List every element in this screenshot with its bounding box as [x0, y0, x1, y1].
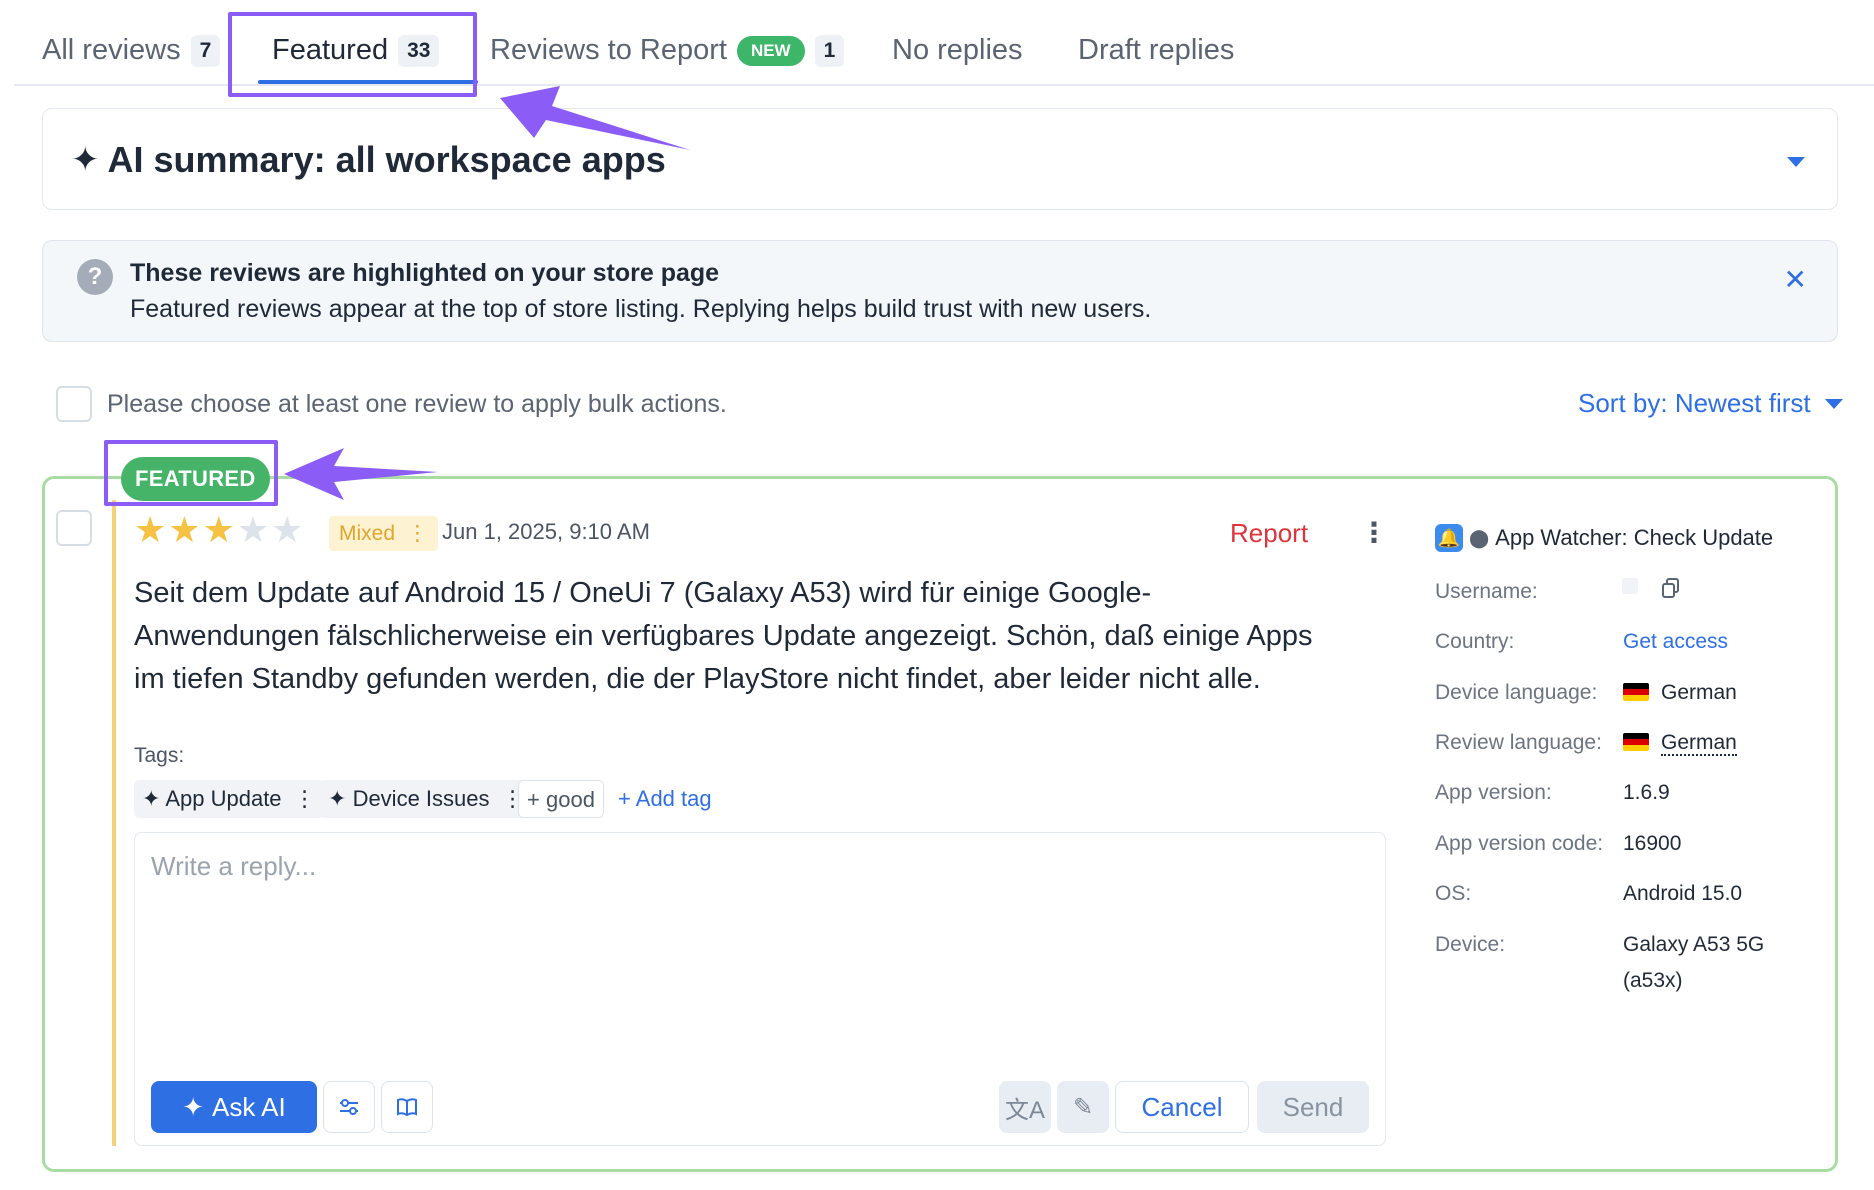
tab-label: All reviews — [42, 34, 181, 66]
tab-label: Draft replies — [1078, 34, 1235, 66]
suggested-tag-good[interactable]: + good — [518, 780, 604, 818]
sort-dropdown[interactable]: Sort by: Newest first — [1578, 388, 1843, 419]
tab-label: Reviews to Report — [490, 34, 727, 66]
sentiment-label: Mixed — [339, 522, 396, 545]
info-banner: ? These reviews are highlighted on your … — [42, 240, 1838, 342]
sentiment-tag[interactable]: Mixed ⋮ — [329, 516, 438, 551]
chevron-down-icon — [1824, 398, 1843, 409]
tab-all-reviews[interactable]: All reviews 7 — [42, 34, 221, 67]
chevron-down-icon[interactable] — [1787, 157, 1805, 167]
tags-label: Tags: — [134, 744, 185, 767]
new-badge: NEW — [736, 35, 805, 66]
app-name-text: App Watcher: Check Update — [1495, 525, 1774, 550]
review-checkbox[interactable] — [56, 510, 92, 546]
app-icon: 🔔 — [1435, 524, 1463, 552]
tab-count: 7 — [190, 34, 221, 67]
book-icon — [397, 1098, 417, 1117]
tag-label: good — [545, 787, 595, 812]
device-value-line2: (a53x) — [1623, 969, 1683, 992]
cancel-button[interactable]: Cancel — [1115, 1081, 1249, 1133]
tag-label: App Update — [165, 786, 282, 811]
app-name[interactable]: 🔔 ⬤ App Watcher: Check Update — [1435, 524, 1773, 552]
review-text: Seit dem Update auf Android 15 / OneUi 7… — [134, 577, 1313, 695]
adjust-settings-button[interactable] — [323, 1081, 375, 1133]
star-empty-icon: ★ — [236, 509, 270, 550]
tag-label: Device Issues — [352, 786, 490, 811]
star-filled-icon: ★ — [168, 509, 201, 550]
annotation-highlight-featured-tab — [228, 12, 477, 97]
review-date: Jun 1, 2025, 9:10 AM — [442, 519, 650, 544]
star-filled-icon: ★ — [134, 509, 167, 550]
tab-draft-replies[interactable]: Draft replies — [1078, 34, 1234, 67]
plus-icon: + — [527, 787, 540, 812]
bulk-actions-hint: Please choose at least one review to app… — [107, 390, 727, 418]
country-label: Country: — [1435, 630, 1515, 653]
device-language-value: German — [1623, 681, 1737, 705]
android-icon: ⬤ — [1469, 527, 1490, 548]
more-options-icon[interactable]: ⋮ — [1360, 516, 1388, 549]
review-language-label: Review language: — [1435, 731, 1602, 754]
sparkle-icon: ✦ — [71, 141, 100, 179]
app-version-label: App version: — [1435, 781, 1552, 804]
device-language-text: German — [1661, 681, 1737, 704]
star-filled-icon: ★ — [202, 509, 235, 550]
plus-icon: + — [618, 786, 631, 811]
templates-button[interactable] — [381, 1081, 433, 1133]
help-icon: ? — [77, 259, 113, 295]
reply-editor[interactable]: Write a reply... ✦ Ask AI 文A ✎ Cancel Se… — [134, 832, 1386, 1146]
app-version-value: 1.6.9 — [1623, 781, 1670, 804]
device-value-line1: Galaxy A53 5G — [1623, 933, 1765, 956]
translate-button[interactable]: 文A — [999, 1081, 1051, 1133]
tab-reviews-to-report[interactable]: Reviews to Report NEW 1 — [490, 34, 845, 67]
username-label: Username: — [1435, 580, 1538, 603]
star-rating: ★ ★ ★ ★ ★ — [134, 512, 305, 548]
device-label: Device: — [1435, 933, 1506, 956]
sliders-icon — [340, 1099, 358, 1115]
tab-count: 1 — [814, 34, 845, 67]
copy-icon[interactable] — [1662, 578, 1680, 598]
banner-text: Featured reviews appear at the top of st… — [130, 295, 1152, 323]
send-button[interactable]: Send — [1257, 1081, 1369, 1133]
add-tag-button[interactable]: + Add tag — [618, 786, 712, 812]
tag-device-issues[interactable]: ✦ Device Issues ⋮ — [320, 780, 532, 818]
german-flag-icon — [1623, 683, 1649, 701]
kebab-icon: ⋮ — [406, 522, 428, 545]
close-icon[interactable]: ✕ — [1784, 263, 1807, 296]
sparkle-icon: ✦ — [142, 786, 161, 811]
reply-placeholder: Write a reply... — [151, 851, 317, 881]
ask-ai-button[interactable]: ✦ Ask AI — [151, 1081, 317, 1133]
add-tag-label: Add tag — [635, 786, 712, 811]
review-language-text: German — [1661, 731, 1737, 756]
annotation-highlight-featured-badge — [104, 440, 278, 506]
os-value: Android 15.0 — [1623, 882, 1743, 905]
sort-label: Sort by: Newest first — [1578, 388, 1811, 418]
sentiment-bar — [112, 500, 116, 1146]
select-all-checkbox[interactable] — [56, 386, 92, 422]
app-version-code-value: 16900 — [1623, 832, 1682, 855]
translate-icon: 文A — [1004, 1096, 1045, 1124]
magic-wand-icon: ✎ — [1072, 1093, 1094, 1121]
annotation-arrow-icon — [500, 86, 690, 150]
username-placeholder — [1622, 578, 1638, 594]
device-language-label: Device language: — [1435, 681, 1598, 704]
os-label: OS: — [1435, 882, 1472, 905]
german-flag-icon — [1623, 733, 1649, 751]
ai-summary-panel[interactable]: ✦ AI summary: all workspace apps — [42, 108, 1838, 210]
annotation-arrow-icon — [284, 448, 438, 500]
sparkle-icon: ✦ — [328, 786, 347, 811]
tab-label: No replies — [892, 34, 1023, 66]
banner-title: These reviews are highlighted on your st… — [130, 259, 720, 287]
get-access-link[interactable]: Get access — [1623, 630, 1728, 654]
ask-ai-label: Ask AI — [212, 1091, 286, 1122]
ai-rewrite-button[interactable]: ✎ — [1057, 1081, 1109, 1133]
review-language-value[interactable]: German — [1623, 731, 1737, 756]
sparkle-icon: ✦ — [182, 1091, 205, 1122]
tag-app-update[interactable]: ✦ App Update ⋮ — [134, 780, 324, 818]
report-button[interactable]: Report — [1230, 518, 1308, 549]
kebab-icon: ⋮ — [293, 786, 316, 811]
tab-no-replies[interactable]: No replies — [892, 34, 1023, 67]
app-version-code-label: App version code: — [1435, 832, 1604, 855]
star-empty-icon: ★ — [271, 509, 304, 550]
